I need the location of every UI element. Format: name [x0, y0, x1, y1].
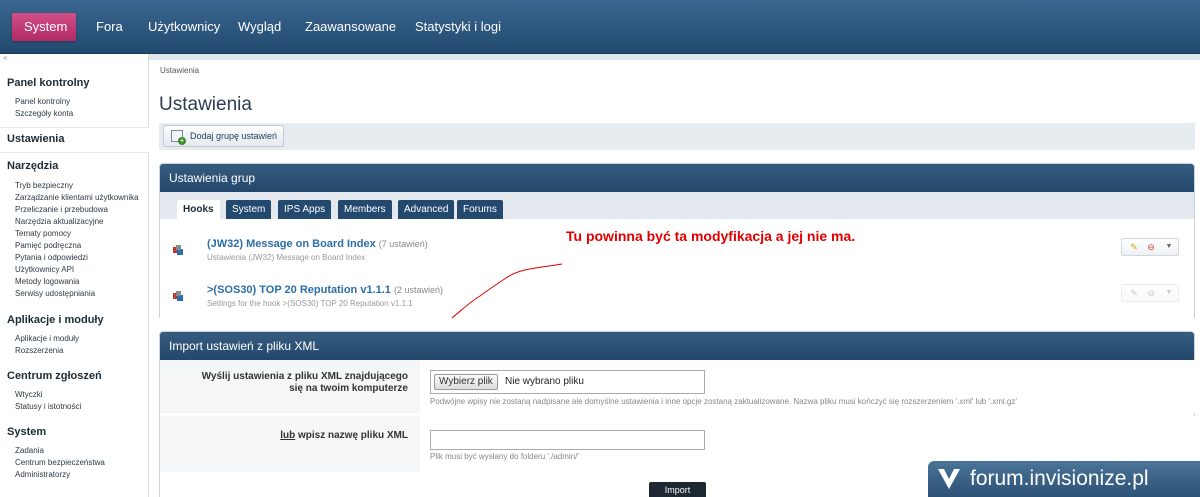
annotation-squiggle: [451, 263, 563, 319]
sidebar-item[interactable]: Rozszerzenia: [15, 346, 63, 355]
sidebar-section-system[interactable]: System: [7, 426, 46, 438]
sidebar-item[interactable]: Zarządzanie klientami użytkownika: [15, 193, 139, 202]
tab-advanced[interactable]: Advanced: [398, 200, 455, 219]
sidebar-item[interactable]: Tryb bezpieczny: [15, 181, 73, 190]
choose-file-button[interactable]: Wybierz plik: [434, 374, 498, 390]
sidebar-item-panel-kontrolny[interactable]: Panel kontrolny: [15, 97, 70, 106]
sidebar-item[interactable]: Pamięć podręczna: [15, 241, 81, 250]
upload-label: się na twoim komputerze: [289, 383, 408, 394]
sidebar-item[interactable]: Narzędzia aktualizacyjne: [15, 217, 104, 226]
invisionize-logo-icon: [938, 469, 960, 489]
sidebar-item[interactable]: Użytkownicy API: [15, 265, 74, 274]
setting-count: (7 ustawień): [378, 239, 428, 249]
sidebar-section-narzedzia[interactable]: Narzędzia: [7, 160, 58, 172]
nav-tab-zaawansowane[interactable]: Zaawansowane: [293, 13, 408, 41]
sidebar-section-centrum-zgloszen[interactable]: Centrum zgłoszeń: [7, 370, 102, 382]
panel-title: Ustawienia grup: [160, 164, 1194, 192]
nav-tab-fora[interactable]: Fora: [84, 13, 135, 41]
delete-icon[interactable]: ⊖: [1144, 285, 1158, 301]
sidebar-item[interactable]: Zadania: [15, 446, 44, 455]
upload-label: Wyślij ustawienia z pliku XML znajdujące…: [201, 371, 408, 382]
edit-pencil-icon[interactable]: ✎: [1126, 239, 1142, 255]
setting-group-description: Ustawienia (JW32) Message on Board Index: [207, 253, 366, 262]
filename-hint: Plik musi być wysłany do folderu './admi…: [430, 452, 579, 461]
toolbar: [159, 123, 1195, 150]
breadcrumb[interactable]: Ustawienia: [160, 66, 199, 75]
sidebar-item[interactable]: Aplikacje i moduły: [15, 334, 79, 343]
setting-group-title-link[interactable]: (JW32) Message on Board Index (7 ustawie…: [207, 238, 428, 250]
or-label: lub: [280, 430, 296, 441]
page-title: Ustawienia: [159, 94, 252, 115]
chevron-down-icon[interactable]: ▼: [1162, 239, 1176, 255]
add-setting-group-button[interactable]: Dodaj grupę ustawień: [163, 125, 285, 147]
import-button[interactable]: Import: [649, 482, 706, 497]
tab-forums[interactable]: Forums: [457, 200, 503, 219]
setting-group-description: Settings for the hook >(SOS30) TOP 20 Re…: [207, 299, 413, 308]
row-actions: ✎ ⊖ ▼: [1121, 238, 1179, 256]
tab-members[interactable]: Members: [338, 200, 392, 219]
setting-count: (2 ustawień): [393, 285, 444, 295]
filename-input[interactable]: [430, 430, 705, 450]
group-tabs: Hooks System IPS Apps Members Advanced F…: [160, 192, 1194, 220]
sidebar-item[interactable]: Metody logowania: [15, 277, 79, 286]
add-setting-group-label: Dodaj grupę ustawień: [190, 131, 278, 141]
file-upload-input[interactable]: Wybierz plik Nie wybrano pliku: [430, 370, 705, 394]
collapse-sidebar-icon[interactable]: «: [3, 53, 7, 62]
sidebar-section-ustawienia[interactable]: Ustawienia: [7, 133, 64, 145]
hook-cube-icon: [173, 291, 183, 301]
setting-group-row: >(SOS30) TOP 20 Reputation v1.1.1 (2 ust…: [160, 272, 1194, 320]
sidebar-section-panel-kontrolny[interactable]: Panel kontrolny: [7, 77, 90, 89]
sidebar-item[interactable]: Przeliczanie i przebudowa: [15, 205, 108, 214]
annotation-text: Tu powinna być ta modyfikacja a jej nie …: [566, 228, 856, 244]
upload-hint: Podwójne wpisy nie zostaną nadpisane ale…: [430, 397, 1017, 406]
nav-tab-statystyki[interactable]: Statystyki i logi: [403, 13, 513, 41]
filename-label: lub wpisz nazwę pliku XML: [280, 430, 408, 441]
nav-tab-uzytkownicy[interactable]: Użytkownicy: [136, 13, 232, 41]
sidebar-item[interactable]: Statusy i istotności: [15, 402, 81, 411]
file-status: Nie wybrano pliku: [505, 376, 584, 387]
panel-title: Import ustawień z pliku XML: [160, 332, 1194, 360]
forum-watermark: forum.invisionize.pl: [928, 461, 1200, 497]
sidebar-item[interactable]: Wtyczki: [15, 390, 43, 399]
tab-system[interactable]: System: [226, 200, 272, 219]
sidebar-item-szczegoly-konta[interactable]: Szczegóły konta: [15, 109, 73, 118]
sidebar-item[interactable]: Centrum bezpieczeństwa: [15, 458, 105, 467]
sidebar-item[interactable]: Serwisy udostępniania: [15, 289, 95, 298]
hook-cube-icon: [173, 245, 183, 255]
chevron-down-icon[interactable]: ▼: [1162, 285, 1176, 301]
sidebar-item[interactable]: Tematy pomocy: [15, 229, 71, 238]
edit-pencil-icon[interactable]: ✎: [1126, 285, 1142, 301]
delete-icon[interactable]: ⊖: [1144, 239, 1158, 255]
nav-tab-wyglad[interactable]: Wygląd: [226, 13, 293, 41]
row-actions-disabled: ✎ ⊖ ▼: [1121, 284, 1179, 302]
top-navigation: System Fora Użytkownicy Wygląd Zaawansow…: [0, 0, 1200, 54]
sidebar-item[interactable]: Pytania i odpowiedzi: [15, 253, 88, 262]
tab-ips-apps[interactable]: IPS Apps: [278, 200, 332, 219]
add-document-icon: [171, 130, 186, 145]
sidebar-section-aplikacje[interactable]: Aplikacje i moduły: [7, 314, 104, 326]
tab-hooks[interactable]: Hooks: [177, 200, 220, 220]
sidebar-item[interactable]: Administratorzy: [15, 470, 70, 479]
nav-tab-system[interactable]: System: [12, 13, 76, 41]
setting-group-title-link[interactable]: >(SOS30) TOP 20 Reputation v1.1.1 (2 ust…: [207, 284, 443, 296]
